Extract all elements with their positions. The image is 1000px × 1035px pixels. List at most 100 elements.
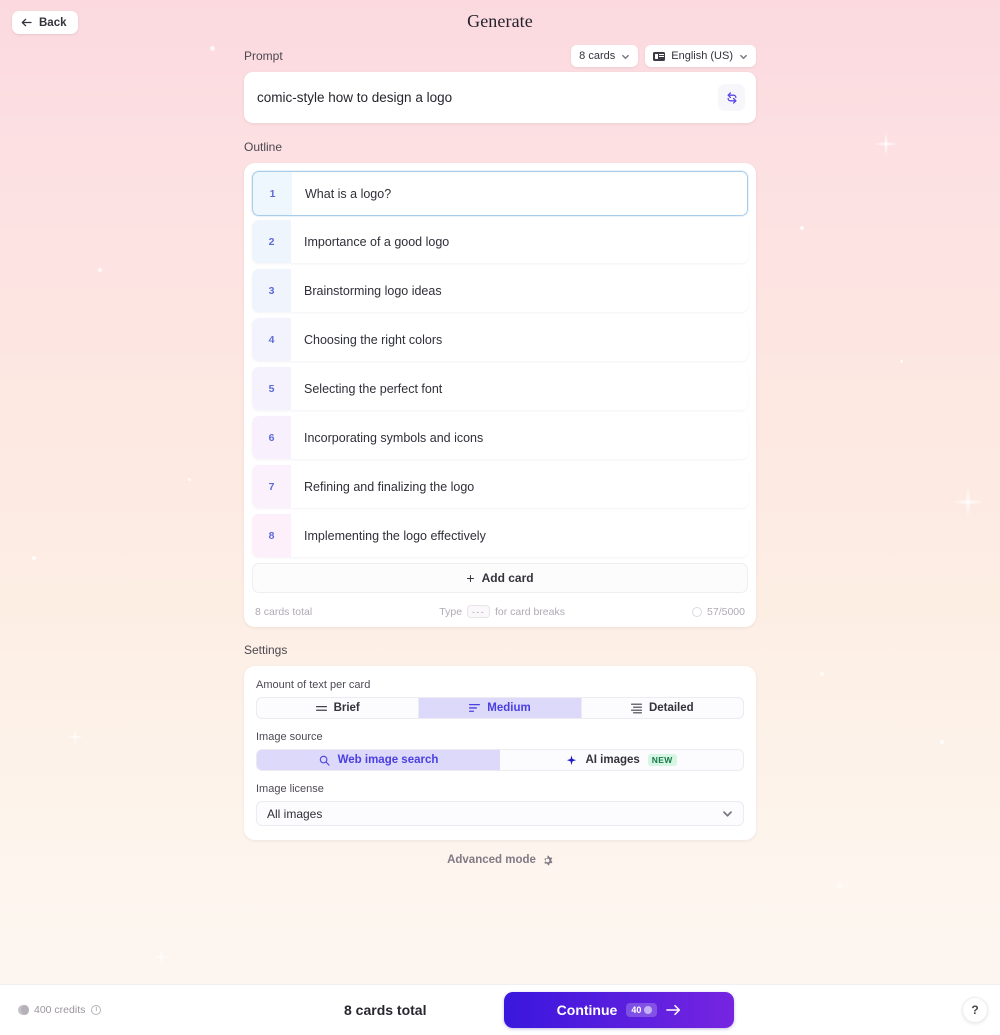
sparkle-icon [567,754,577,765]
add-card-button[interactable]: + Add card [252,563,748,593]
prompt-label: Prompt [244,49,283,63]
prompt-input-container[interactable]: comic-style how to design a logo [244,72,756,123]
card-number: 3 [268,284,275,297]
card-title-input[interactable]: Implementing the logo effectively [291,514,748,557]
help-button[interactable]: ? [962,997,988,1023]
text-amount-option-medium[interactable]: Medium [419,698,582,718]
option-label: Medium [487,702,531,714]
card-break-hint: Type --- for card breaks [312,605,692,619]
table-row[interactable]: 2 Importance of a good logo [252,220,748,263]
chevron-down-icon [723,811,732,817]
language-flag-icon [653,51,666,61]
table-row[interactable]: 3 Brainstorming logo ideas [252,269,748,312]
lines-4-icon [630,703,642,713]
status-badge: NEW [647,754,677,766]
option-label: Web image search [337,754,439,766]
continue-cost-badge: 40 [626,1003,658,1017]
card-number: 5 [268,382,275,395]
refresh-icon [726,91,737,104]
hint-prefix: Type [439,606,463,618]
table-row[interactable]: 6 Incorporating symbols and icons [252,416,748,459]
credits-indicator[interactable]: 400 credits i [18,1004,102,1016]
image-source-label: Image source [256,731,323,743]
sparkle-dot [940,740,944,744]
table-row[interactable]: 8 Implementing the logo effectively [252,514,748,557]
page-title: Generate [467,11,533,31]
sparkle-dot [188,478,191,481]
bottom-bar: 400 credits i 8 cards total Continue 40 … [0,984,1000,1035]
lines-2-icon [315,705,327,711]
table-row[interactable]: 4 Choosing the right colors [252,318,748,361]
card-number: 4 [268,333,275,346]
text-amount-label: Amount of text per card [256,679,371,691]
sparkle-dot [800,226,804,230]
card-title-input[interactable]: Refining and finalizing the logo [291,465,748,508]
sparkle-decoration [868,126,904,162]
image-license-value: All images [267,806,323,821]
language-value: English (US) [671,50,733,62]
outline-label: Outline [244,140,283,154]
card-number: 6 [268,431,275,444]
settings-card: Amount of text per card Brief Medium Det… [244,666,756,840]
sparkle-decoration [830,876,850,896]
card-number: 7 [268,480,275,493]
settings-header-row: Settings [244,638,756,662]
continue-button-label: Continue [556,1002,618,1018]
text-amount-option-brief[interactable]: Brief [257,698,420,718]
info-icon[interactable]: i [91,1005,102,1015]
prompt-input[interactable]: comic-style how to design a logo [244,90,718,105]
card-title-input[interactable]: Importance of a good logo [291,220,748,263]
card-number: 8 [268,529,275,542]
main-column: Prompt 8 cards English (US) comic-style … [244,44,756,866]
card-number: 1 [269,187,276,200]
card-count-dropdown[interactable]: 8 cards [571,45,639,67]
image-license-label: Image license [256,783,324,795]
sparkle-dot [820,672,824,676]
table-row[interactable]: 5 Selecting the perfect font [252,367,748,410]
advanced-mode-label: Advanced mode [447,854,536,866]
image-source-segmented-control: Web image search AI images NEW [256,749,744,771]
prompt-controls: 8 cards English (US) [571,45,756,67]
hint-suffix: for card breaks [494,606,565,618]
card-count-value: 8 cards [579,50,616,62]
card-title-input[interactable]: What is a logo? [292,172,747,215]
card-break-keycap: --- [467,605,490,618]
outline-header-row: Outline [244,135,756,159]
card-title-input[interactable]: Brainstorming logo ideas [291,269,748,312]
sparkle-dot [32,556,36,560]
continue-button[interactable]: Continue 40 [504,992,734,1028]
sparkle-decoration [62,724,88,750]
outline-card-list: 1 What is a logo? 2 Importance of a good… [244,163,756,627]
sparkle-decoration [946,480,990,524]
outline-footer: 8 cards total Type --- for card breaks 5… [252,601,748,627]
plus-icon: + [466,570,475,586]
progress-ring-icon [692,607,703,617]
image-source-option-web[interactable]: Web image search [257,750,500,770]
option-label: AI images [585,754,640,766]
sparkle-dot [98,268,102,272]
bottom-cards-total: 8 cards total [344,1002,427,1018]
regenerate-prompt-button[interactable] [718,84,745,111]
language-dropdown[interactable]: English (US) [645,45,756,67]
sparkle-dot [210,46,215,51]
advanced-mode-button[interactable]: Advanced mode [244,854,756,866]
sparkle-dot [900,360,903,363]
sparkle-decoration [150,946,172,968]
chevron-down-icon [622,54,630,59]
image-license-select[interactable]: All images [256,801,744,826]
prompt-header-row: Prompt 8 cards English (US) [244,44,756,68]
table-row[interactable]: 1 What is a logo? [252,171,748,216]
image-source-option-ai[interactable]: AI images NEW [500,750,743,770]
settings-label: Settings [244,643,288,657]
text-amount-option-detailed[interactable]: Detailed [582,698,743,718]
chevron-down-icon [740,54,747,59]
table-row[interactable]: 7 Refining and finalizing the logo [252,465,748,508]
card-title-input[interactable]: Incorporating symbols and icons [291,416,748,459]
card-title-input[interactable]: Selecting the perfect font [291,367,748,410]
cards-total-text: 8 cards total [255,606,313,618]
continue-cost-value: 40 [631,1005,642,1015]
gear-icon [544,855,553,865]
coin-icon [18,1005,29,1015]
lines-3-icon [469,704,481,712]
card-title-input[interactable]: Choosing the right colors [291,318,748,361]
